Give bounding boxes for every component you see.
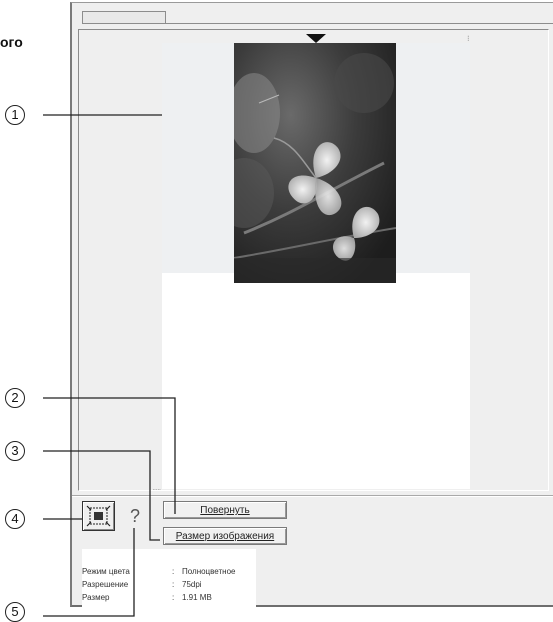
callout-3: 3 <box>5 441 25 461</box>
scanner-preview-window: ⁝ ····· ? Повернуть Размер изображения Р… <box>70 2 553 607</box>
info-key: Размер <box>82 593 110 602</box>
image-size-button-label: Размер изображения <box>175 531 275 542</box>
tab-bar-line <box>166 23 553 24</box>
info-key: Режим цвета <box>82 567 130 576</box>
image-size-button[interactable]: Размер изображения <box>163 527 287 545</box>
info-sep: : <box>172 593 175 602</box>
info-sep: : <box>172 567 175 576</box>
help-button[interactable]: ? <box>120 501 150 531</box>
info-row-resolution: Разрешение : 75dpi <box>82 580 262 592</box>
info-row-size: Размер : 1.91 MB <box>82 593 262 605</box>
info-key: Разрешение <box>82 580 129 589</box>
info-value: Полноцветное <box>182 567 236 576</box>
select-area-icon <box>86 505 111 527</box>
preview-area[interactable] <box>162 43 470 489</box>
callout-2: 2 <box>5 388 25 408</box>
page-title-fragment: ого <box>0 34 23 50</box>
info-value: 1.91 MB <box>182 593 212 602</box>
top-orientation-marker <box>306 34 326 43</box>
resize-handle-mark: ⁝ <box>467 34 470 43</box>
callout-1: 1 <box>5 105 25 125</box>
callout-5: 5 <box>5 602 25 622</box>
rotate-button[interactable]: Повернуть <box>163 501 287 519</box>
info-sep: : <box>172 580 175 589</box>
image-info-panel: Режим цвета : Полноцветное Разрешение : … <box>82 549 256 607</box>
preview-image <box>234 43 396 283</box>
divider <box>72 495 553 497</box>
rotate-button-label: Повернуть <box>200 505 250 516</box>
dotted-mark: ····· <box>152 485 161 494</box>
select-area-button[interactable] <box>82 501 115 531</box>
info-value: 75dpi <box>182 580 202 589</box>
preview-tab[interactable] <box>82 11 166 24</box>
info-row-color-mode: Режим цвета : Полноцветное <box>82 567 262 579</box>
callout-4: 4 <box>5 509 25 529</box>
